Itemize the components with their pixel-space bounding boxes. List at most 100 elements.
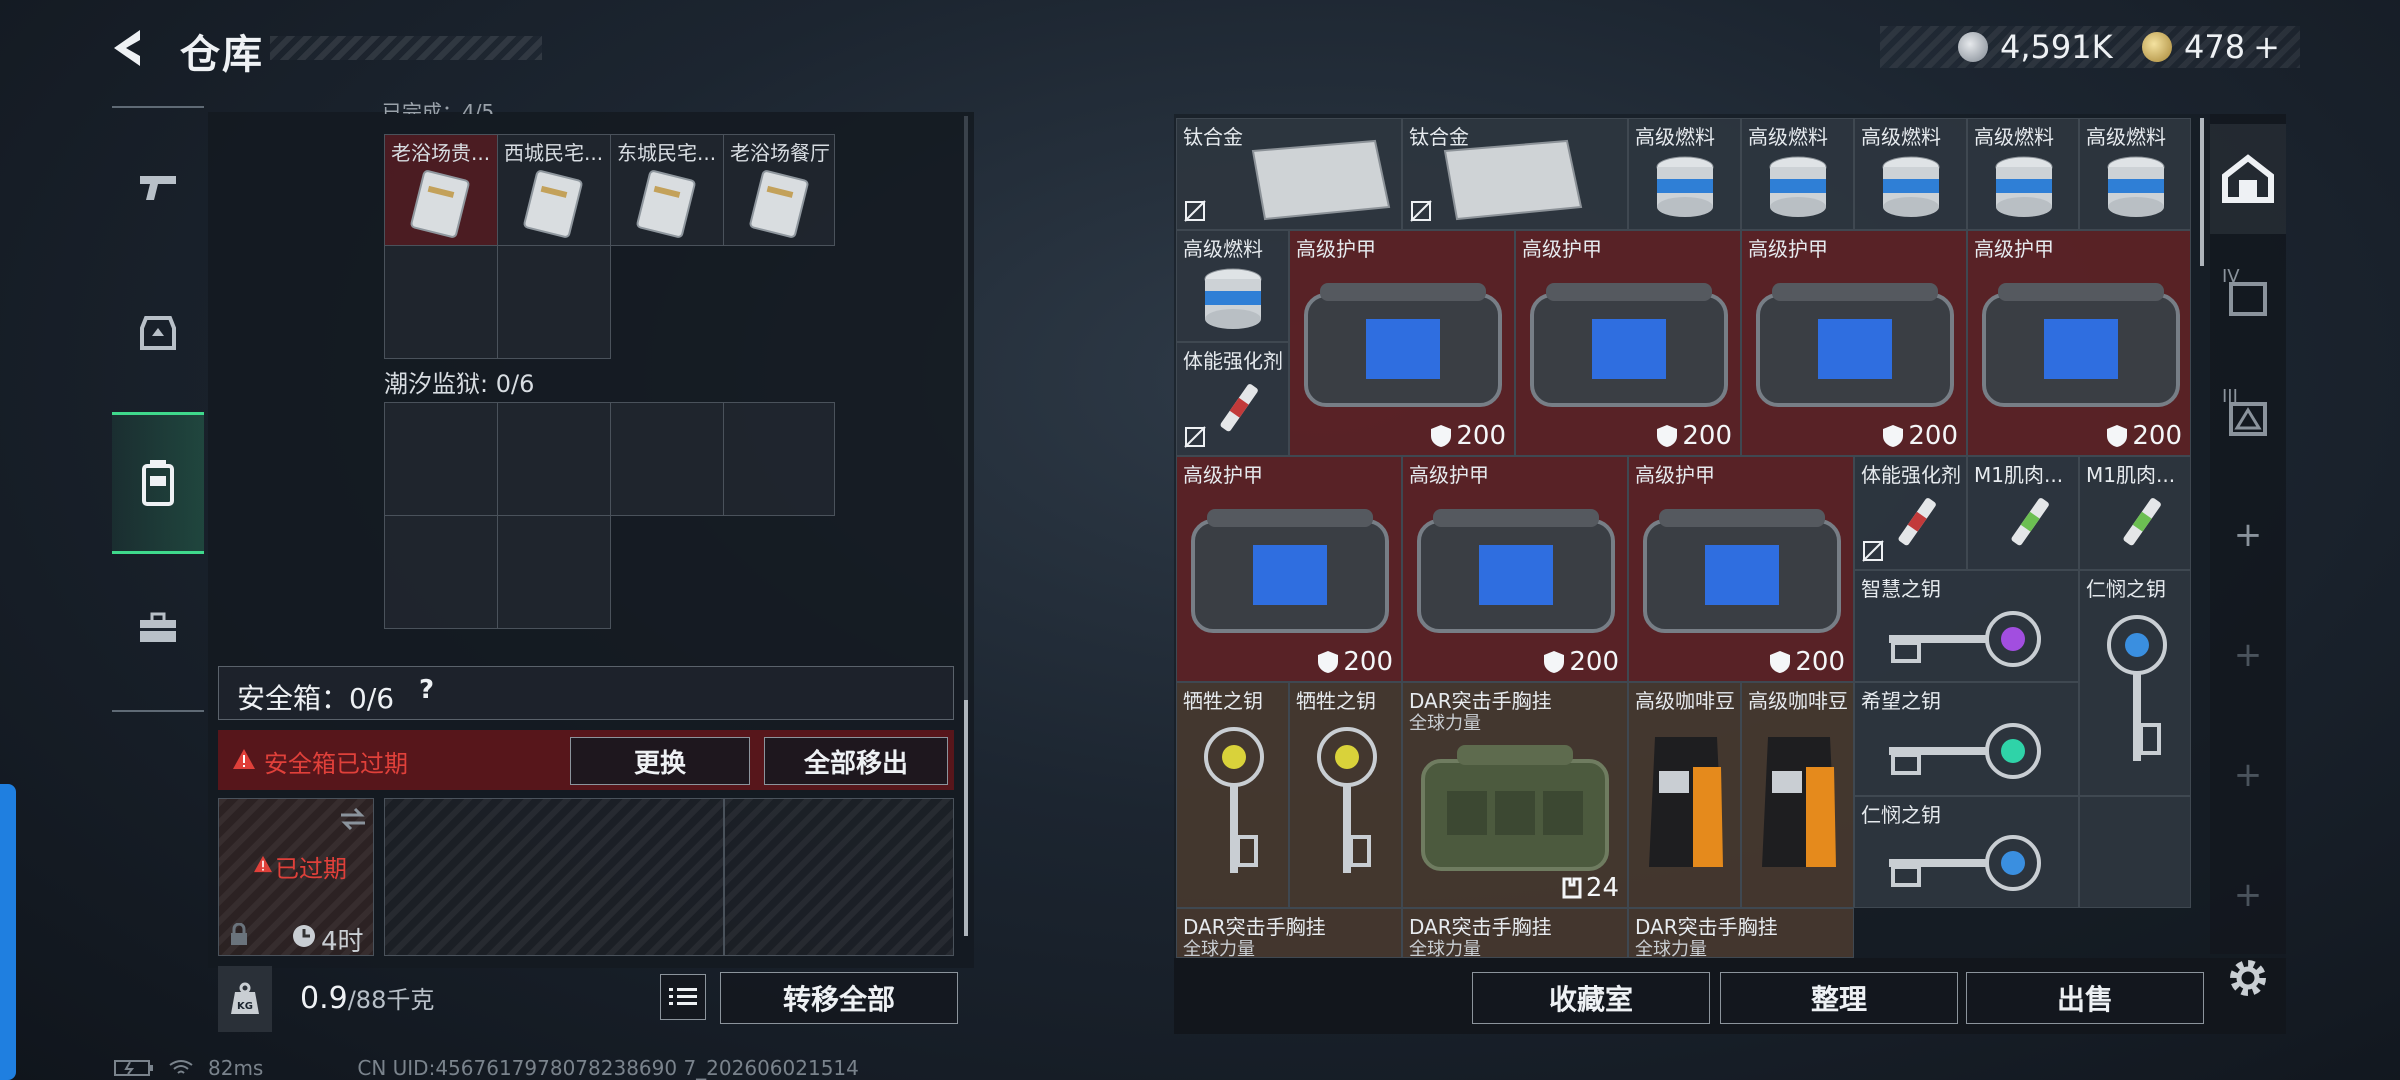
item-titanium[interactable]: 钛合金	[1176, 118, 1402, 230]
empty-slot[interactable]	[384, 515, 498, 629]
map-item-cell[interactable]: 老浴场餐厅	[723, 134, 835, 246]
gold-currency[interactable]: 478 +	[2142, 26, 2280, 68]
warehouse-tab-3[interactable]: III	[2210, 360, 2286, 470]
item-armor[interactable]: 高级护甲 200	[1402, 456, 1628, 682]
map-item-cell[interactable]: 西城民宅...	[497, 134, 611, 246]
item-m1-muscle[interactable]: M1肌肉...	[1967, 456, 2079, 570]
armor-bag-icon	[1530, 283, 1728, 407]
item-key-mercy[interactable]: 仁悯之钥	[1854, 796, 2079, 908]
list-view-button[interactable]	[660, 974, 706, 1020]
item-key-mercy[interactable]: 仁悯之钥	[2079, 570, 2191, 796]
fuel-can-icon	[1995, 156, 2053, 217]
empty-slot[interactable]	[497, 245, 611, 359]
vest-icon	[142, 460, 174, 506]
item-coffee[interactable]: 高级咖啡豆	[1741, 682, 1854, 908]
item-coffee[interactable]: 高级咖啡豆	[1628, 682, 1741, 908]
empty-slot[interactable]	[497, 402, 611, 516]
back-button[interactable]	[110, 26, 154, 70]
empty-slot[interactable]	[384, 245, 498, 359]
help-icon[interactable]: ?	[419, 675, 449, 705]
helmet-armor-icon	[140, 316, 176, 350]
item-armor[interactable]: 高级护甲 200	[1628, 456, 1854, 682]
silver-coin-icon	[1958, 32, 1988, 62]
key-card-icon	[636, 170, 696, 238]
item-dar-vest[interactable]: DAR突击手胸挂 全球力量	[1628, 908, 1854, 958]
syringe-icon	[2011, 498, 2049, 546]
warehouse-scrollbar[interactable]	[2200, 118, 2204, 266]
item-dar-vest[interactable]: DAR突击手胸挂 全球力量	[1402, 908, 1628, 958]
transfer-all-button[interactable]: 转移全部	[720, 972, 958, 1024]
gear-icon	[2230, 960, 2266, 996]
collection-room-button[interactable]: 收藏室	[1472, 972, 1710, 1024]
item-stimulant[interactable]: 体能强化剂	[1854, 456, 1967, 570]
armor-bag-icon	[1982, 283, 2180, 407]
warning-icon	[233, 749, 255, 769]
add-warehouse-button[interactable]: +	[2210, 480, 2286, 590]
item-armor[interactable]: 高级护甲 200	[1176, 456, 1402, 682]
item-stimulant[interactable]: 体能强化剂	[1176, 342, 1289, 456]
left-scrollbar-thumb[interactable]	[964, 700, 968, 936]
sort-button[interactable]: 整理	[1720, 972, 1958, 1024]
item-fuel[interactable]: 高级燃料	[1854, 118, 1967, 230]
weight-icon-box: KG	[218, 966, 272, 1032]
settings-button[interactable]	[2226, 956, 2270, 1000]
wifi-icon	[169, 1060, 193, 1074]
empty-slot[interactable]	[723, 402, 835, 516]
expired-tag: 已过期	[275, 855, 347, 883]
remove-all-button[interactable]: 全部移出	[764, 737, 948, 785]
nav-backpack[interactable]	[112, 284, 204, 380]
empty-slot[interactable]	[497, 515, 611, 629]
pistol-icon	[140, 176, 176, 200]
item-fuel[interactable]: 高级燃料	[1176, 230, 1289, 342]
item-armor[interactable]: 高级护甲 200	[1967, 230, 2191, 456]
sell-button[interactable]: 出售	[1966, 972, 2204, 1024]
weight-current: 0.9	[300, 981, 348, 1016]
nav-weapon[interactable]	[112, 138, 204, 234]
armor-bag-icon	[1191, 509, 1389, 633]
add-gold-icon[interactable]: +	[2253, 28, 2280, 66]
uid-readout: CN UID:4567617978078238690 7_20260602151…	[357, 1056, 859, 1080]
lock-icon	[231, 923, 247, 945]
item-key-sacrifice[interactable]: 牺牲之钥	[1176, 682, 1289, 908]
map-item-cell[interactable]: 东城民宅...	[610, 134, 724, 246]
item-armor[interactable]: 高级护甲 200	[1289, 230, 1515, 456]
titanium-ingot-icon	[1251, 139, 1391, 221]
item-fuel[interactable]: 高级燃料	[1967, 118, 2079, 230]
safe-box-grid[interactable]	[384, 798, 724, 956]
item-key-sacrifice[interactable]: 牺牲之钥	[1289, 682, 1402, 908]
side-drawer-handle[interactable]	[0, 784, 16, 1080]
empty-slot[interactable]	[384, 402, 498, 516]
nav-vest[interactable]	[112, 412, 204, 554]
warehouse-tab-4[interactable]: IV	[2210, 240, 2286, 350]
safe-box-slot[interactable]: 已过期 4时	[218, 798, 374, 957]
capacity: 24	[1562, 873, 1619, 903]
warehouse-tab-main[interactable]	[2210, 124, 2286, 234]
item-armor[interactable]: 高级护甲 200	[1741, 230, 1967, 456]
weight-max: /88千克	[347, 986, 435, 1014]
item-dar-vest[interactable]: DAR突击手胸挂 全球力量	[1176, 908, 1402, 958]
item-key-wisdom[interactable]: 智慧之钥	[1854, 570, 2079, 682]
scrolled-label: 已完成：4/5	[382, 100, 495, 114]
status-bar: 82ms CN UID:4567617978078238690 7_202606…	[114, 1056, 859, 1080]
list-icon	[669, 988, 697, 1005]
item-fuel[interactable]: 高级燃料	[1628, 118, 1741, 230]
replace-button[interactable]: 更换	[570, 737, 750, 785]
map-item-cell[interactable]: 老浴场贵...	[384, 134, 498, 246]
empty-slot[interactable]	[2079, 796, 2191, 908]
fuel-can-icon	[1769, 156, 1827, 217]
item-m1-muscle[interactable]: M1肌肉...	[2079, 456, 2191, 570]
durability: 200	[1882, 421, 1958, 451]
nav-toolbox[interactable]	[112, 580, 204, 676]
no-insure-icon	[1410, 200, 1432, 222]
empty-slot[interactable]	[610, 402, 724, 516]
item-fuel[interactable]: 高级燃料	[1741, 118, 1854, 230]
item-fuel[interactable]: 高级燃料	[2079, 118, 2191, 230]
item-armor[interactable]: 高级护甲 200	[1515, 230, 1741, 456]
gold-coin-icon	[2142, 32, 2172, 62]
clock-icon	[293, 925, 315, 947]
item-key-hope[interactable]: 希望之钥	[1854, 682, 2079, 796]
key-icon	[1317, 727, 1377, 873]
item-dar-vest[interactable]: DAR突击手胸挂 全球力量 24	[1402, 682, 1628, 908]
item-titanium[interactable]: 钛合金	[1402, 118, 1628, 230]
safe-box-grid[interactable]	[724, 798, 954, 956]
